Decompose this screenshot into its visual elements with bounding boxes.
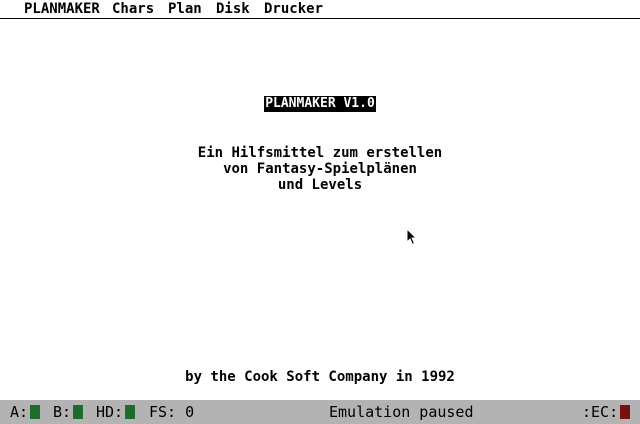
description-line-2: von Fantasy-Spielplänen xyxy=(223,161,417,177)
description-line-3: und Levels xyxy=(277,177,363,193)
hd-indicator: HD: xyxy=(96,400,136,424)
drive-a-label: A: xyxy=(10,403,29,421)
drive-a-indicator: A: xyxy=(10,400,41,424)
drive-a-led-icon xyxy=(30,405,41,419)
fs-label: FS: xyxy=(149,403,177,421)
credit-line: by the Cook Soft Company in 1992 xyxy=(185,369,455,385)
emulation-status-text: Emulation paused xyxy=(329,403,474,421)
mouse-pointer-icon xyxy=(406,228,418,246)
menu-plan[interactable]: Plan xyxy=(168,1,202,17)
ec-label: :EC: xyxy=(582,403,619,421)
menu-bar: PLANMAKER Chars Plan Disk Drucker xyxy=(0,0,640,19)
description-line-1: Ein Hilfsmittel zum erstellen xyxy=(197,145,443,161)
drive-b-indicator: B: xyxy=(53,400,84,424)
hd-label: HD: xyxy=(96,403,124,421)
ec-led-icon xyxy=(620,405,631,419)
fs-value: 0 xyxy=(185,403,195,421)
emulated-screen: PLANMAKER Chars Plan Disk Drucker PLANMA… xyxy=(0,0,640,400)
menu-chars[interactable]: Chars xyxy=(112,1,154,17)
menu-drucker[interactable]: Drucker xyxy=(264,1,323,17)
hd-led-icon xyxy=(125,405,136,419)
drive-b-led-icon xyxy=(73,405,84,419)
emulator-status-bar: A: B: HD: FS: 0 Emulation paused :EC: xyxy=(0,400,640,424)
menu-app-planmaker[interactable]: PLANMAKER xyxy=(24,1,100,17)
app-title-banner: PLANMAKER V1.0 xyxy=(264,96,376,112)
menu-disk[interactable]: Disk xyxy=(216,1,250,17)
ec-indicator: :EC: xyxy=(582,400,631,424)
fs-indicator: FS: 0 xyxy=(149,400,194,424)
drive-b-label: B: xyxy=(53,403,72,421)
